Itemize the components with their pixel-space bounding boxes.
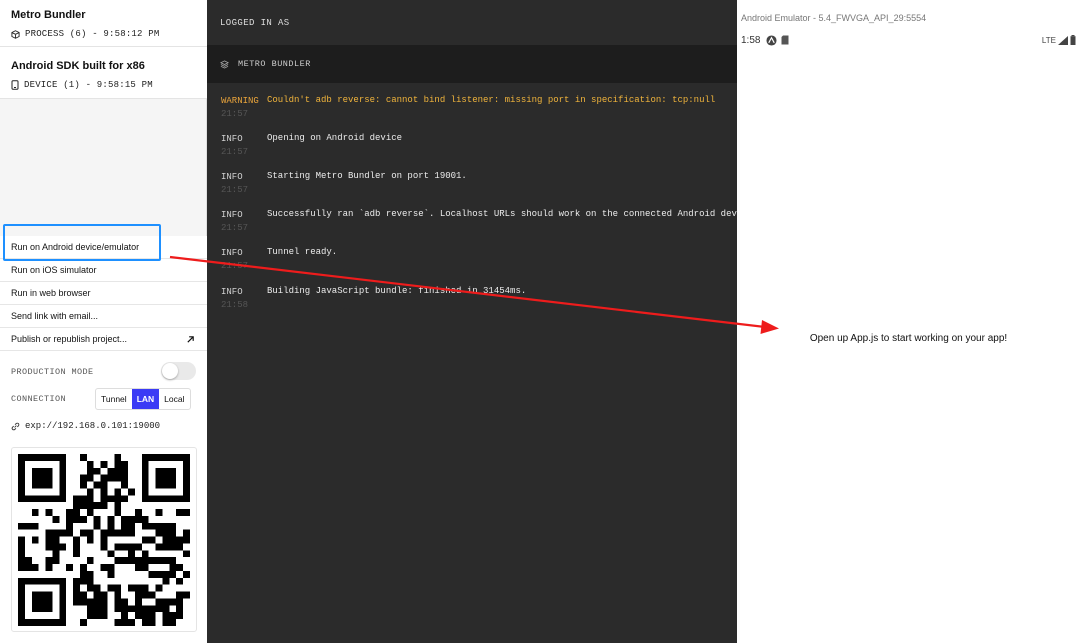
network-label: LTE: [1041, 35, 1056, 45]
log-time: 21:57: [221, 109, 249, 119]
log-message: Successfully ran `adb reverse`. Localhos…: [267, 209, 737, 219]
app-placeholder-text: Open up App.js to start working on your …: [809, 333, 1008, 344]
settings-panel: PRODUCTION MODE CONNECTION Tunnel LAN Lo…: [0, 351, 207, 643]
action-label: Send link with email...: [11, 311, 99, 321]
emulator-title: Android Emulator - 5.4_FWVGA_API_29:5554: [741, 13, 927, 23]
logged-in-label: LOGGED IN AS: [220, 17, 290, 28]
log-panel: LOGGED IN AS METRO BUNDLER WARNING 21:57…: [207, 0, 737, 643]
log-time: 21:57: [221, 147, 249, 157]
logged-in-bar: LOGGED IN AS: [207, 0, 737, 45]
connection-option-tunnel[interactable]: Tunnel: [96, 389, 132, 409]
link-icon: [11, 422, 20, 430]
connection-option-local[interactable]: Local: [159, 389, 189, 409]
run-web-button[interactable]: Run in web browser: [0, 282, 207, 305]
sidebar: Metro Bundler PROCESS (6) - 9:58:12 PM A…: [0, 0, 207, 643]
process-title: Metro Bundler: [11, 9, 86, 21]
log-message: Couldn't adb reverse: cannot bind listen…: [267, 95, 716, 105]
action-label: Run in web browser: [11, 288, 91, 298]
production-mode-label: PRODUCTION MODE: [11, 367, 94, 377]
connection-selector: Tunnel LAN Local: [95, 388, 191, 410]
qr-code: [18, 454, 190, 626]
phone-icon: [11, 80, 19, 90]
log-level: INFO: [221, 248, 243, 258]
layers-icon: [220, 59, 229, 69]
log-message: Building JavaScript bundle: finished in …: [267, 286, 527, 296]
battery-icon: [1070, 35, 1076, 45]
cube-icon: [11, 29, 20, 39]
action-label: Run on iOS simulator: [11, 265, 97, 275]
log-level: INFO: [221, 287, 243, 297]
process-item-android-device[interactable]: Android SDK built for x86 DEVICE (1) - 9…: [0, 47, 207, 99]
send-link-button[interactable]: Send link with email...: [0, 305, 207, 328]
process-title: Android SDK built for x86: [11, 60, 145, 72]
expo-notification-icon: [766, 34, 778, 46]
log-message: Opening on Android device: [267, 133, 403, 143]
process-subtitle: PROCESS (6) - 9:58:12 PM: [11, 29, 196, 39]
process-subtitle: DEVICE (1) - 9:58:15 PM: [11, 80, 196, 90]
production-mode-toggle[interactable]: [161, 362, 196, 380]
metro-bundler-title: METRO BUNDLER: [238, 59, 311, 69]
toggle-knob: [162, 363, 178, 379]
status-time: 1:58: [741, 34, 761, 46]
log-time: 21:57: [221, 223, 249, 233]
signal-icon: [1058, 35, 1068, 45]
log-time: 21:57: [221, 185, 249, 195]
log-message: Starting Metro Bundler on port 19001.: [267, 171, 467, 181]
run-ios-button[interactable]: Run on iOS simulator: [0, 259, 207, 282]
publish-button[interactable]: Publish or republish project...: [0, 328, 207, 351]
connection-option-lan[interactable]: LAN: [131, 389, 160, 409]
action-label: Publish or republish project...: [11, 334, 128, 344]
sd-card-icon: [781, 35, 789, 45]
log-time: 21:57: [221, 261, 249, 271]
external-link-icon: [187, 335, 194, 343]
qr-code-box: [11, 447, 197, 632]
status-right: LTE: [1042, 35, 1076, 45]
log-time: 21:58: [221, 300, 249, 310]
log-level: WARNING: [221, 96, 259, 106]
log-level: INFO: [221, 210, 243, 220]
log-level: INFO: [221, 172, 243, 182]
process-item-metro-bundler[interactable]: Metro Bundler PROCESS (6) - 9:58:12 PM: [0, 0, 207, 47]
highlight-box: [3, 224, 161, 261]
process-subtitle-text: DEVICE (1) - 9:58:15 PM: [24, 80, 153, 90]
emulator-window: Android Emulator - 5.4_FWVGA_API_29:5554…: [737, 0, 1080, 643]
log-level: INFO: [221, 134, 243, 144]
exp-url[interactable]: exp://192.168.0.101:19000: [11, 421, 160, 431]
connection-label: CONNECTION: [11, 394, 67, 404]
process-subtitle-text: PROCESS (6) - 9:58:12 PM: [25, 29, 160, 39]
metro-bundler-header[interactable]: METRO BUNDLER: [207, 45, 737, 83]
exp-url-text: exp://192.168.0.101:19000: [25, 421, 161, 431]
emulator-status-bar: 1:58 LTE: [741, 33, 1076, 47]
log-message: Tunnel ready.: [267, 247, 338, 257]
